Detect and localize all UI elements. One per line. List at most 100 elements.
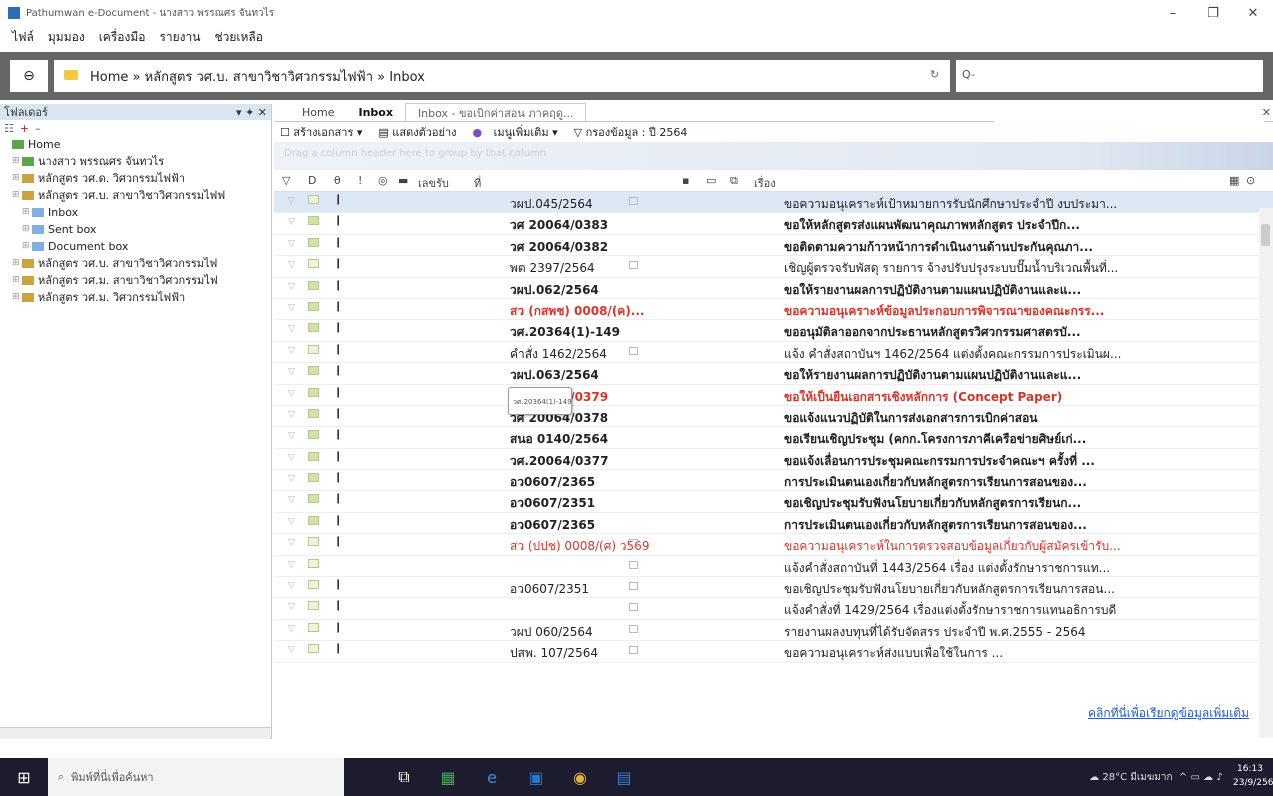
horizontal-scrollbar[interactable] xyxy=(0,727,271,739)
panel-pin-icon[interactable]: ▾ ✦ ✕ xyxy=(236,106,267,119)
add-folder-icon[interactable]: ☷ xyxy=(4,122,14,135)
table-row[interactable]: ▽ ❙ วศ.20064/0377 ขอแจ้งเลื่อนการประชุมคณะก… xyxy=(274,449,1273,471)
column-header: ▽ D θ ! ◎ ▬ เลขรับ ที่ ▪ ▭ ⧉ เรื่อง ▦ ⊙ xyxy=(274,170,1273,192)
load-more-link[interactable]: คลิกที่นี่เพื่อเรียกดูข้อมูลเพิ่มเติม xyxy=(1088,704,1249,723)
table-row[interactable]: ▽ ❙ สว (กสพช) 0008/(ค)... ขอความอนุเคราะห์ข… xyxy=(274,299,1273,321)
menu-help[interactable]: ช่วยเหลือ xyxy=(214,28,263,47)
more-menu-button[interactable]: ● เมนูเพิ่มเติม ▾ xyxy=(473,123,566,141)
table-row[interactable]: ▽ ❙ อว0607/2365 การประเมินตนเองเกี่ยวกับหลั… xyxy=(274,470,1273,492)
row-filter-icon: ▽ xyxy=(288,281,295,292)
chrome-icon[interactable]: ◉ xyxy=(558,758,602,796)
folder-tree-item[interactable]: ⊞ หลักสูตร วศ.ม. วิศวกรรมไฟฟ้า xyxy=(2,289,271,306)
remove-icon[interactable]: – xyxy=(35,122,41,135)
vertical-scrollbar[interactable] xyxy=(1259,208,1273,738)
table-row[interactable]: ▽ ❙ วผป.045/2564 ขอความอนุเคราะห์เป้าหมายกา… xyxy=(274,192,1273,214)
tab-home[interactable]: Home xyxy=(290,103,346,121)
col-subject[interactable]: เรื่อง xyxy=(754,174,776,192)
important-col-icon[interactable]: ! xyxy=(358,174,362,187)
flag-col-icon[interactable]: ▪ xyxy=(682,174,689,187)
minimize-button[interactable]: – xyxy=(1153,0,1193,26)
priority-col-icon[interactable]: θ xyxy=(334,174,341,187)
preview-button[interactable]: ▤ แสดงตัวอย่าง xyxy=(378,123,464,141)
folder-tree-item[interactable]: ⊞ หลักสูตร วศ.ม. สาขาวิชาวิศวกรรมไฟ xyxy=(2,272,271,289)
doc-subject: แจ้ง คำสั่งสถาบันฯ 1462/2564 แต่งตั้งคณะ… xyxy=(784,346,1122,361)
copy-col-icon[interactable]: ⧉ xyxy=(730,174,738,188)
expand-icon[interactable]: ⊞ xyxy=(12,187,22,204)
refresh-icon[interactable]: ↻ xyxy=(930,68,939,81)
table-row[interactable]: ▽ ❙ วศ 20064/0382 ขอติดตามความก้าวหน้าการดำ… xyxy=(274,235,1273,257)
group-panel[interactable]: Drag a column header here to group by th… xyxy=(274,142,1273,170)
breadcrumb[interactable]: Home » หลักสูตร วศ.บ. สาขาวิชาวิศวกรรมไฟ… xyxy=(90,66,425,87)
status-col-icon[interactable]: ◎ xyxy=(378,174,388,187)
expand-icon[interactable]: ⊞ xyxy=(22,204,32,221)
expand-icon[interactable]: ⊞ xyxy=(12,289,22,306)
table-row[interactable]: ▽ ❙ ปสพ. 107/2564 ขอความอนุเคราะห์ส่งแบบเพื… xyxy=(274,641,1273,663)
expand-icon[interactable]: ⊞ xyxy=(22,221,32,238)
folder-tree-item[interactable]: ⊞ Document box xyxy=(2,238,271,255)
mail-status-icon xyxy=(308,451,319,461)
table-row[interactable]: ▽ ❙ อว0607/2351 ขอเชิญประชุมรับฟังนโยบายเกี… xyxy=(274,577,1273,599)
table-row[interactable]: ▽ ❙ วศ 20064/0378 ขอแจ้งแนวปฏิบัติในการส่งเ… xyxy=(274,406,1273,428)
folder-icon xyxy=(22,191,34,200)
app-document-icon[interactable]: ▤ xyxy=(602,758,646,796)
table-row[interactable]: ▽ ❙ วผป 060/2564 รายงานผลงบทุนที่ได้รับจัดส… xyxy=(274,620,1273,642)
doc-number: วศ.20364(1)-149 xyxy=(510,325,621,340)
col-no[interactable]: ที่ xyxy=(474,174,481,192)
expand-icon[interactable]: ⊞ xyxy=(22,238,32,255)
table-row[interactable]: ▽ ❙ คำสั่ง 1462/2564 แจ้ง คำสั่งสถาบันฯ 146… xyxy=(274,342,1273,364)
folder-tree-item[interactable]: Home xyxy=(2,136,271,153)
table-row[interactable]: ▽ ❙ สนอ 0140/2564 ขอเรียนเชิญประชุม (คกก.โค… xyxy=(274,427,1273,449)
edge-icon[interactable]: e xyxy=(470,758,514,796)
table-row[interactable]: ▽ ❙ แจ้งคำสั่งที่ 1429/2564 เรื่องแต่งตั้ง… xyxy=(274,598,1273,620)
table-row[interactable]: ▽ ❙ วผป.063/2564 ขอให้รายงานผลการปฏิบัติงาน… xyxy=(274,363,1273,385)
taskbar-search[interactable]: ⌕ พิมพ์ที่นี่เพื่อค้นหา xyxy=(48,758,344,796)
col-recv[interactable]: เลขรับ xyxy=(418,174,449,192)
settings-col-icon[interactable]: ⊙ xyxy=(1246,174,1255,187)
folder-tree-item[interactable]: ⊞ Inbox xyxy=(2,204,271,221)
table-row[interactable]: ▽❙วศ 20064/0379ขอให้เป็นยืนเอกสารเชิงหลั… xyxy=(274,385,1273,406)
folder-tree-item[interactable]: ⊞ นางสาว พรรณศร จันทวไร xyxy=(2,153,271,170)
folder-tree-item[interactable]: ⊞ หลักสูตร วศ.ด. วิศวกรรมไฟฟ้า xyxy=(2,170,271,187)
table-row[interactable]: ▽ ❙ วศ 20064/0383 ขอให้หลักสูตรส่งแผนพัฒนาค… xyxy=(274,213,1273,235)
grid-col-icon[interactable]: ▦ xyxy=(1229,174,1239,187)
folder-tree-item[interactable]: ⊞ Sent box xyxy=(2,221,271,238)
weather-icon[interactable]: ☁ xyxy=(1089,772,1102,783)
menu-file[interactable]: ไฟล์ xyxy=(12,28,34,47)
table-row[interactable]: ▽ แจ้งคำสั่งสถาบันที่ 1443/2564 เรื่อง แต… xyxy=(274,556,1273,578)
close-tab-icon[interactable]: ✕ xyxy=(1262,106,1271,119)
tab-inbox[interactable]: Inbox xyxy=(346,103,404,121)
table-row[interactable]: ▽ ❙ วศ.20364(1)-149 ขออนุมัติลาออกจากประธาน… xyxy=(274,320,1273,342)
expand-icon[interactable]: ⊞ xyxy=(12,170,22,187)
clock[interactable]: 16:13 23/9/2564 xyxy=(1233,762,1273,790)
menu-view[interactable]: มุมมอง xyxy=(48,28,85,47)
menu-report[interactable]: รายงาน xyxy=(159,28,200,47)
mail-col-icon[interactable]: ▭ xyxy=(706,174,716,187)
doc-col-icon[interactable]: D xyxy=(308,174,316,187)
close-button[interactable]: ✕ xyxy=(1233,0,1273,26)
back-icon[interactable]: ⊖ xyxy=(10,60,54,92)
table-row[interactable]: ▽ ❙ วผป.062/2564 ขอให้รายงานผลการปฏิบัติงาน… xyxy=(274,278,1273,299)
windows-start-icon[interactable]: ⊞ xyxy=(0,758,48,796)
folder-tree-item[interactable]: ⊞ หลักสูตร วศ.บ. สาขาวิชาวิศวกรรมไฟฟ xyxy=(2,187,271,204)
add-icon[interactable]: + xyxy=(20,122,29,135)
calculator-icon[interactable]: ▦ xyxy=(426,758,470,796)
task-view-icon[interactable]: ⧉ xyxy=(382,758,426,796)
expand-icon[interactable]: ⊞ xyxy=(12,255,22,272)
doc-subject: ขอติดตามความก้าวหน้าการดำเนินงานด้านประก… xyxy=(784,239,1093,254)
table-row[interactable]: ▽ ❙ สว (ปปช) 0008/(ศ) ว569 ขอความอนุเคราะห์… xyxy=(274,534,1273,556)
store-icon[interactable]: ▣ xyxy=(514,758,558,796)
tab-inbox-subfolder[interactable]: Inbox - ขอเบิกค่าสอน ภาคฤดู... xyxy=(404,103,587,121)
menu-tools[interactable]: เครื่องมือ xyxy=(99,28,146,47)
attach-col-icon[interactable]: ▬ xyxy=(398,174,408,187)
table-row[interactable]: ▽ ❙ อว0607/2351 ขอเชิญประชุมรับฟังนโยบายเกี… xyxy=(274,491,1273,513)
folder-tree-item[interactable]: ⊞ หลักสูตร วศ.บ. สาขาวิชาวิศวกรรมไฟ xyxy=(2,255,271,272)
maximize-button[interactable]: ❐ xyxy=(1193,0,1233,26)
table-row[interactable]: ▽ ❙ อว0607/2365 การประเมินตนเองเกี่ยวกับหลั… xyxy=(274,513,1273,535)
expand-icon[interactable]: ⊞ xyxy=(12,272,22,289)
search-input[interactable]: Q- xyxy=(950,60,1263,92)
create-document-button[interactable]: ☐ สร้างเอกสาร ▾ xyxy=(280,123,370,141)
table-row[interactable]: ▽ ❙ พต 2397/2564 เชิญผู้ตรวจรับพัสดุ รายการ… xyxy=(274,256,1273,278)
filter-button[interactable]: ▽ กรองข้อมูล : ปี 2564 xyxy=(574,123,696,141)
filter-col-icon[interactable]: ▽ xyxy=(282,174,290,187)
expand-icon[interactable]: ⊞ xyxy=(12,153,22,170)
